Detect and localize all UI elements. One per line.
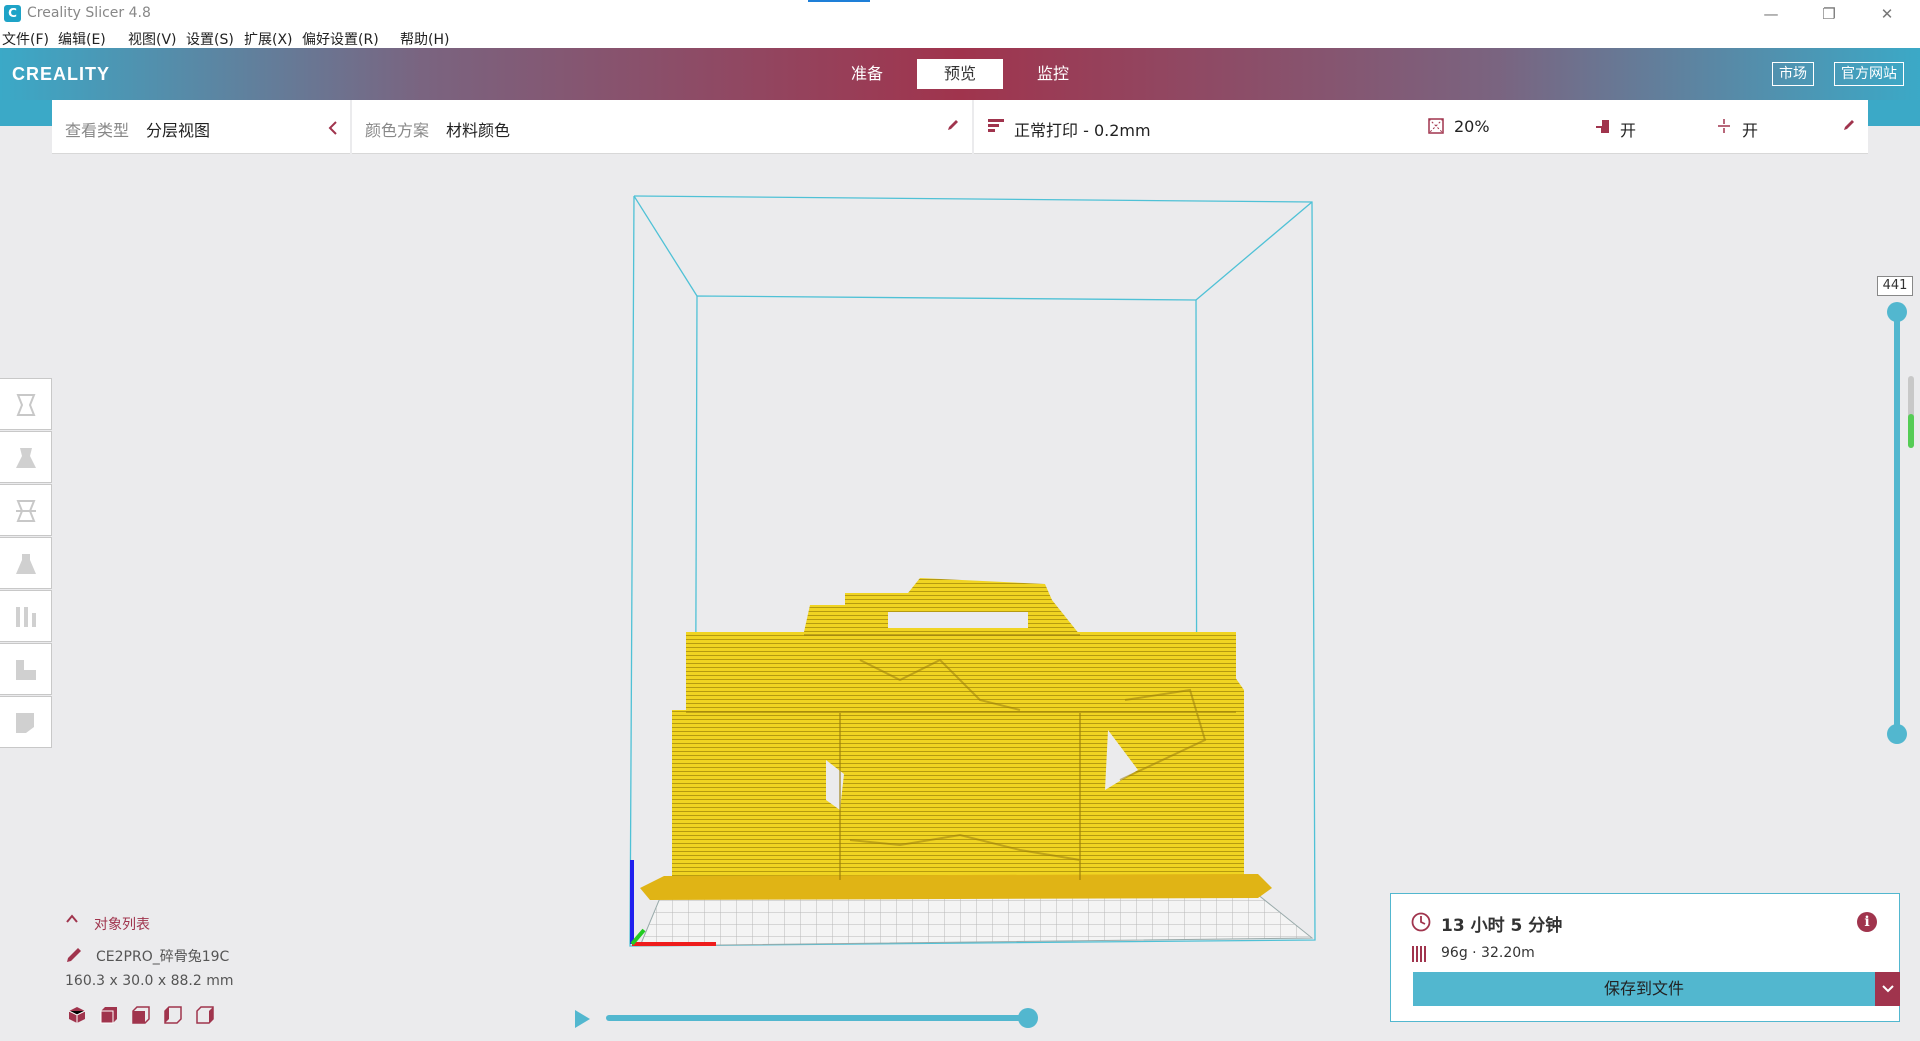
layer-slider-bottom-handle[interactable]	[1887, 724, 1907, 744]
path-slider-handle[interactable]	[1018, 1008, 1038, 1028]
tab-monitor[interactable]: 监控	[1010, 59, 1096, 89]
support-blocker-icon	[16, 713, 34, 733]
window-title: Creality Slicer 4.8	[27, 5, 151, 21]
clock-icon	[1411, 912, 1431, 932]
main-header: CREALITY 准备 预览 监控 市场 官方网站	[0, 48, 1920, 100]
mirror-icon	[16, 607, 36, 627]
layer-slider-top-handle[interactable]	[1887, 302, 1907, 322]
scale-icon	[16, 500, 36, 522]
3d-viewport[interactable]	[0, 0, 1920, 1041]
view-right-cube-icon[interactable]	[196, 1006, 214, 1024]
save-options-dropdown[interactable]	[1875, 972, 1900, 1006]
filament-icon	[1412, 946, 1426, 962]
marketplace-button[interactable]: 市场	[1772, 62, 1814, 86]
open-model-icon	[16, 394, 36, 416]
layer-number-label: 441	[1877, 276, 1913, 296]
move-icon	[16, 448, 36, 468]
save-to-file-button[interactable]: 保存到文件	[1413, 972, 1900, 1006]
color-scheme-label: 颜色方案	[365, 121, 430, 140]
tool-open-file[interactable]	[0, 378, 52, 430]
play-button[interactable]	[575, 1010, 590, 1028]
menu-view[interactable]: 视图(V)	[128, 29, 177, 49]
app-logo-icon: C	[4, 5, 21, 22]
tab-prepare[interactable]: 准备	[824, 59, 910, 89]
view-front-cube-icon[interactable]	[100, 1006, 118, 1024]
print-profile-value: 正常打印 - 0.2mm	[1014, 121, 1151, 140]
print-time: 13 小时 5 分钟	[1441, 916, 1563, 936]
adhesion-icon	[1718, 119, 1730, 133]
object-list-chevron-icon[interactable]	[66, 914, 78, 924]
edit-print-settings-icon[interactable]	[1842, 118, 1856, 132]
tool-per-model-settings[interactable]	[0, 643, 52, 695]
view-type-value: 分层视图	[146, 121, 211, 140]
minimize-button[interactable]: —	[1748, 2, 1794, 26]
menu-extensions[interactable]: 扩展(X)	[244, 29, 293, 49]
view-left-cube-icon[interactable]	[164, 1006, 182, 1024]
infill-icon	[1428, 118, 1444, 134]
per-model-settings-icon	[16, 660, 36, 680]
menu-edit[interactable]: 编辑(E)	[58, 29, 106, 49]
title-bar: C Creality Slicer 4.8 — ❐ ✕	[0, 0, 1920, 28]
tool-support-blocker[interactable]	[0, 696, 52, 748]
object-dimensions: 160.3 x 30.0 x 88.2 mm	[65, 973, 234, 989]
infill-value: 20%	[1454, 117, 1490, 136]
close-button[interactable]: ✕	[1864, 2, 1910, 26]
restore-button[interactable]: ❐	[1806, 2, 1852, 26]
layer-slider-track[interactable]	[1894, 312, 1900, 734]
tool-rotate[interactable]	[0, 537, 52, 589]
tool-scale[interactable]	[0, 484, 52, 536]
support-value: 开	[1620, 121, 1637, 140]
collapse-chevron-icon[interactable]	[328, 121, 338, 135]
object-name: CE2PRO_碎骨兔19C	[96, 949, 230, 965]
color-scheme-panel[interactable]: 颜色方案 材料颜色	[352, 100, 972, 154]
rotate-icon	[16, 554, 36, 574]
save-to-file-label: 保存到文件	[1603, 979, 1684, 998]
adhesion-value: 开	[1742, 121, 1759, 140]
color-scheme-value: 材料颜色	[446, 121, 511, 140]
object-edit-icon[interactable]	[65, 946, 83, 964]
view-3d-cube-icon[interactable]	[68, 1006, 86, 1024]
header-stripe-right	[1868, 100, 1920, 126]
chevron-down-icon	[1881, 985, 1894, 993]
view-type-panel[interactable]: 查看类型 分层视图	[52, 100, 350, 154]
print-summary-panel: 13 小时 5 分钟 96g · 32.20m i 保存到文件	[1390, 893, 1900, 1022]
menu-file[interactable]: 文件(F)	[2, 29, 49, 49]
layer-view-scrollbar-indicator	[1908, 414, 1914, 448]
official-website-button[interactable]: 官方网站	[1834, 62, 1904, 86]
creality-logo: CREALITY	[12, 64, 110, 84]
support-icon	[1596, 120, 1609, 133]
menu-settings[interactable]: 设置(S)	[186, 29, 234, 49]
sliced-model	[640, 578, 1272, 900]
tool-move[interactable]	[0, 431, 52, 483]
edit-color-scheme-icon[interactable]	[946, 118, 960, 132]
tool-mirror[interactable]	[0, 590, 52, 642]
header-stripe-left	[0, 100, 52, 126]
menu-bar: 文件(F) 编辑(E) 视图(V) 设置(S) 扩展(X) 偏好设置(R) 帮助…	[0, 28, 1920, 48]
menu-help[interactable]: 帮助(H)	[400, 29, 449, 49]
info-icon[interactable]: i	[1857, 912, 1877, 932]
print-settings-panel[interactable]: 正常打印 - 0.2mm 20% 开 开	[974, 100, 1868, 154]
path-slider-track[interactable]	[606, 1015, 1030, 1021]
menu-preferences[interactable]: 偏好设置(R)	[302, 29, 379, 49]
object-list-title[interactable]: 对象列表	[94, 914, 150, 934]
view-type-label: 查看类型	[65, 121, 130, 140]
title-accent-line	[808, 0, 870, 2]
tab-preview[interactable]: 预览	[917, 59, 1003, 89]
material-usage: 96g · 32.20m	[1441, 945, 1535, 961]
view-top-cube-icon[interactable]	[132, 1006, 150, 1024]
print-profile-icon	[988, 119, 1004, 132]
